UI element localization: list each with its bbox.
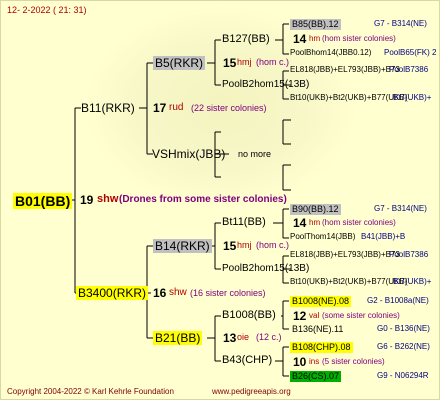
footer-copyright: Copyright 2004-2022 © Karl Kehrle Founda… [7, 387, 174, 396]
gen1-b11-breed: rud [169, 102, 184, 113]
gen1-b3400-generation: 16 [153, 286, 167, 300]
gen2-vshmix-note: no more [238, 149, 272, 159]
gen4-colony-b90[interactable]: B90(BB).12 [290, 204, 341, 215]
gen4-poolthom14-id: B41(JBB)+B [361, 232, 406, 241]
gen1-b11-generation: 17 [153, 101, 167, 115]
gen4-colony-b1008ne[interactable]: B1008(NE).08 [290, 296, 352, 307]
gen4-row15-note: (5 sister colonies) [322, 357, 385, 366]
gen4-row15-breed: ins [309, 357, 320, 366]
footer-url[interactable]: www.pedigreeapis.org [212, 388, 291, 396]
gen4-colony-poolthom14[interactable]: PoolThom14(JBB) [290, 233, 355, 241]
gen2-b21-note: (12 c.) [256, 332, 282, 342]
gen2-b14-breed: hmj [237, 240, 252, 250]
gen4-colony-b85[interactable]: B85(BB).12 [290, 19, 341, 30]
gen4-row2-breed: hm [309, 34, 321, 43]
gen4-poolbhom14-id: PoolB65(FK) 2 [384, 48, 437, 57]
pedigree-diagram: 12- 2-2022 ( 21: 31) B01(BB) 19 shw (Dro… [0, 0, 440, 400]
gen4-colony-bt10-b[interactable]: Bt10(UKB)+Bt2(UKB)+B77(UKB) [290, 278, 407, 286]
gen4-row15-generation: 10 [293, 355, 307, 369]
gen2-b5-note: (hom c.) [256, 57, 290, 67]
gen4-el818-b-id: PoolB7386 [389, 250, 429, 259]
gen3-colony-poolb2hom15-a[interactable]: PoolB2hom15(13B) [222, 80, 309, 90]
root-colony[interactable]: B01(BB) [13, 193, 73, 209]
gen4-row12-generation: 12 [293, 309, 307, 323]
gen2-b21-generation: 13 [223, 331, 237, 345]
root-breed: shw [97, 193, 119, 205]
gen4-row7-breed: hm [309, 218, 321, 227]
gen4-colony-el818-b[interactable]: EL818(JBB)+EL793(JBB)+B73 [290, 251, 400, 259]
gen4-b26-id: G9 - N06294R [377, 371, 429, 380]
gen4-el818-a-id: PoolB7386 [389, 65, 429, 74]
root-generation: 19 [80, 193, 94, 207]
gen3-colony-b43[interactable]: B43(CHP) [222, 355, 272, 366]
gen2-colony-b5[interactable]: B5(RKR) [153, 56, 206, 70]
gen2-colony-vshmix[interactable]: VSHmix(JBB) [152, 148, 225, 160]
gen2-b14-note: (hom c.) [256, 240, 290, 250]
gen4-row2-note: (hom sister colonies) [322, 34, 396, 43]
gen4-colony-el818-a[interactable]: EL818(JBB)+EL793(JBB)+B73 [290, 66, 400, 74]
gen3-colony-bt11[interactable]: Bt11(BB) [222, 217, 266, 228]
gen4-b85-id: G7 - B314(NE) [374, 19, 427, 28]
gen2-b14-generation: 15 [223, 239, 237, 253]
gen1-b11-note: (22 sister colonies) [191, 103, 267, 113]
gen4-colony-poolbhom14[interactable]: PoolBhom14(JBB0.12) [290, 49, 371, 57]
gen1-colony-b3400[interactable]: B3400(RKR) [76, 286, 149, 300]
gen4-b108-id: G6 - B262(NE) [377, 342, 430, 351]
gen2-colony-b21[interactable]: B21(BB) [153, 331, 203, 345]
gen3-colony-poolb2hom15-b[interactable]: PoolB2hom15(13B) [222, 264, 309, 274]
gen4-colony-b136[interactable]: B136(NE).11 [292, 325, 343, 334]
date-stamp: 12- 2-2022 ( 21: 31) [7, 5, 87, 15]
gen3-colony-b127[interactable]: B127(BB) [222, 34, 270, 45]
gen1-colony-b11[interactable]: B11(RKR) [81, 102, 135, 114]
gen4-row12-note: (some sister colonies) [322, 311, 400, 320]
gen4-row7-generation: 14 [293, 216, 307, 230]
gen4-row2-generation: 14 [293, 32, 307, 46]
gen4-b90-id: G7 - B314(NE) [374, 204, 427, 213]
gen2-b21-breed: oie [237, 332, 250, 342]
root-note: (Drones from some sister colonies) [119, 194, 287, 205]
gen4-colony-b108[interactable]: B108(CHP).08 [290, 342, 353, 353]
gen4-row7-note: (hom sister colonies) [322, 218, 396, 227]
gen4-b136-id: G0 - B136(NE) [377, 324, 430, 333]
gen3-colony-b1008[interactable]: B1008(BB) [222, 310, 276, 321]
gen2-colony-b14[interactable]: B14(RKR) [153, 239, 212, 253]
gen4-b1008ne-id: G2 - B1008a(NE) [367, 296, 429, 305]
gen4-colony-b26[interactable]: B26(CS).07 [290, 371, 342, 382]
gen4-bt10-a-id: Bt7(UKB)+ [393, 93, 432, 102]
gen1-b3400-breed: shw [169, 287, 187, 298]
gen2-b5-breed: hmj [237, 57, 252, 67]
gen4-bt10-b-id: Bt7(UKB)+ [393, 277, 432, 286]
gen2-b5-generation: 15 [223, 56, 237, 70]
gen1-b3400-note: (16 sister colonies) [190, 288, 266, 298]
gen4-row12-breed: val [309, 311, 320, 320]
gen4-colony-bt10-a[interactable]: Bt10(UKB)+Bt2(UKB)+B77(UKB) [290, 94, 407, 102]
